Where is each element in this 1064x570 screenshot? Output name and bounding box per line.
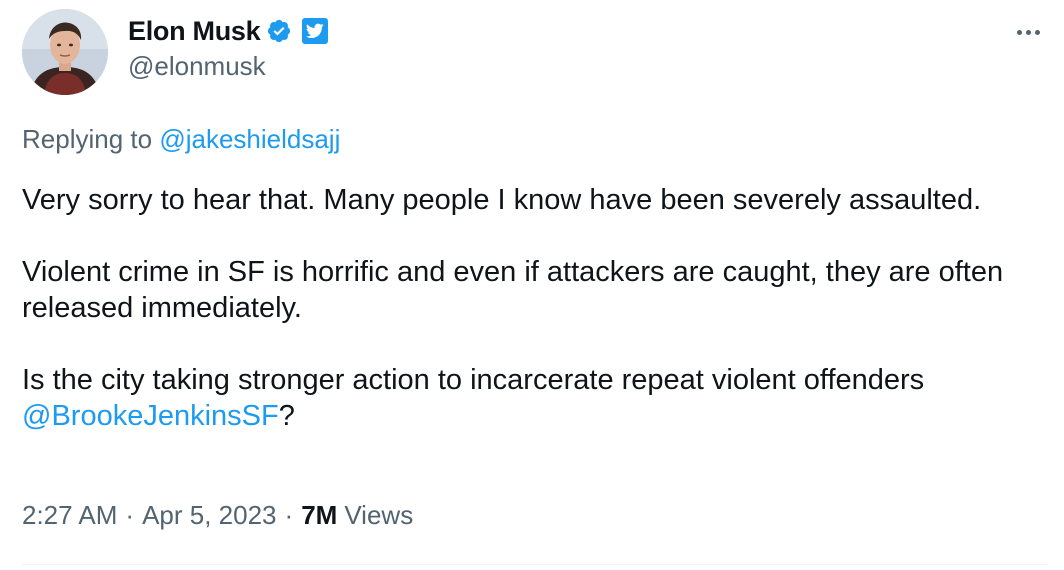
author-handle[interactable]: @elonmusk — [128, 51, 266, 82]
more-options-button[interactable] — [1008, 18, 1048, 46]
tweet-text: Very sorry to hear that. Many people I k… — [22, 182, 1032, 470]
more-dot-icon — [1016, 29, 1022, 35]
avatar[interactable] — [22, 9, 108, 95]
meta-separator: · — [284, 500, 294, 530]
views-count: 7M — [301, 500, 338, 530]
tweet-paragraph-3-text: Is the city taking stronger action to in… — [22, 364, 925, 396]
tweet-paragraph-3: Is the city taking stronger action to in… — [22, 362, 1032, 434]
avatar-image — [22, 9, 108, 95]
body-mention-link[interactable]: @BrookeJenkinsSF — [22, 400, 279, 432]
display-name[interactable]: Elon Musk — [128, 16, 261, 47]
twitter-bird-icon[interactable] — [302, 18, 329, 44]
views-label: Views — [344, 500, 414, 530]
tweet: Elon Musk @elonmusk Replying to @jakeshi… — [0, 0, 1064, 570]
meta-separator: · — [125, 500, 135, 530]
reply-mention-link[interactable]: @jakeshieldsajj — [159, 124, 340, 154]
tweet-paragraph-1: Very sorry to hear that. Many people I k… — [22, 184, 982, 216]
tweet-paragraph-3-suffix: ? — [278, 400, 295, 432]
tweet-time[interactable]: 2:27 AM — [22, 500, 117, 531]
more-dot-icon — [1034, 29, 1040, 35]
divider — [22, 564, 1048, 565]
replying-to: Replying to @jakeshieldsajj — [22, 124, 340, 155]
more-dot-icon — [1025, 29, 1031, 35]
author-name-row: Elon Musk — [128, 12, 329, 50]
verified-badge-icon[interactable] — [266, 18, 292, 44]
tweet-date[interactable]: Apr 5, 2023 — [142, 500, 276, 531]
tweet-paragraph-2: Violent crime in SF is horrific and even… — [22, 256, 1004, 324]
replying-prefix: Replying to — [22, 124, 153, 154]
tweet-meta: 2:27 AM · Apr 5, 2023 · 7M Views — [22, 500, 413, 531]
